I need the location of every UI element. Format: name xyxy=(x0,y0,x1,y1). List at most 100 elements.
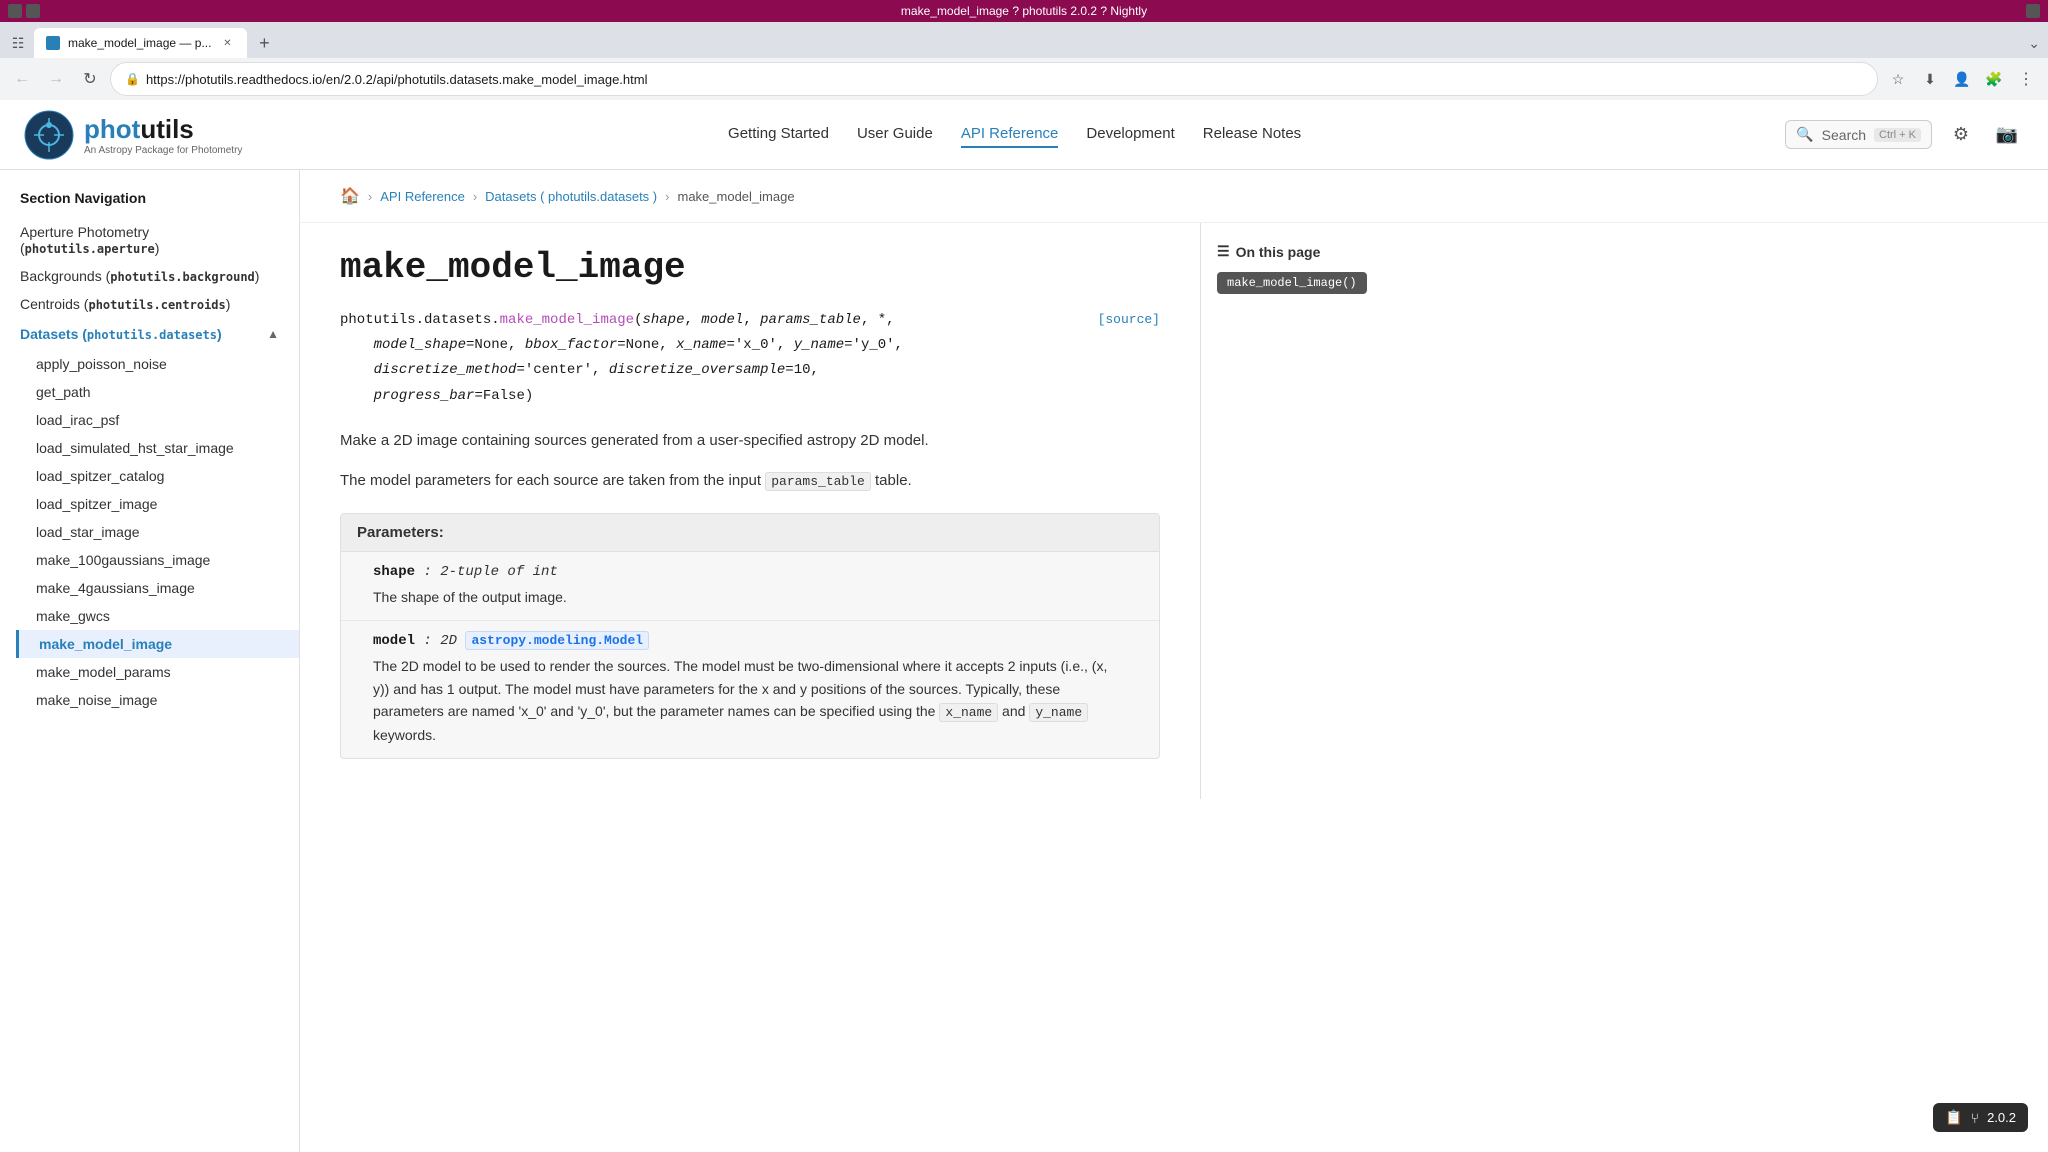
description-1: Make a 2D image containing sources gener… xyxy=(340,429,1160,453)
param-discretize-oversample: discretize_oversample xyxy=(609,362,785,378)
sidebar-group-datasets[interactable]: Datasets (photutils.datasets) ▲ xyxy=(0,318,299,350)
version-badge[interactable]: 📋 ⑂ 2.0.2 xyxy=(1933,1103,2028,1132)
param-type-model-pre: : 2D xyxy=(415,633,465,649)
sidebar-item-load-spitzer-image[interactable]: load_spitzer_image xyxy=(16,490,299,518)
back-btn[interactable]: ← xyxy=(8,65,36,93)
description-2: The model parameters for each source are… xyxy=(340,469,1160,493)
breadcrumb-datasets[interactable]: Datasets ( photutils.datasets ) xyxy=(485,189,657,204)
param-y-name: y_name xyxy=(794,337,844,353)
sidebar-item-backgrounds[interactable]: Backgrounds (photutils.background) xyxy=(0,262,299,290)
sidebar-item-aperture[interactable]: Aperture Photometry (photutils.aperture) xyxy=(0,218,299,262)
sidebar-item-apply-poisson[interactable]: apply_poisson_noise xyxy=(16,350,299,378)
breadcrumb-api-reference[interactable]: API Reference xyxy=(380,189,465,204)
param-desc-model-middle: and xyxy=(998,703,1029,719)
source-link[interactable]: [source] xyxy=(1098,308,1160,331)
y-name-inline: y_name xyxy=(1029,703,1088,722)
sidebar-item-load-spitzer-catalog[interactable]: load_spitzer_catalog xyxy=(16,462,299,490)
window-maximize-btn[interactable] xyxy=(26,4,40,18)
module-path: photutils.datasets. xyxy=(340,312,500,328)
content-area: Section Navigation Aperture Photometry (… xyxy=(0,170,2048,1152)
page-title: make_model_image xyxy=(340,247,1160,288)
scrollable-content: 🏠 › API Reference › Datasets ( photutils… xyxy=(300,170,2048,1152)
tab-list-btn[interactable]: ☷ xyxy=(8,33,28,53)
sidebar-item-load-simulated[interactable]: load_simulated_hst_star_image xyxy=(16,434,299,462)
nav-actions: ☆ ⬇ 👤 🧩 ⋮ xyxy=(1884,65,2040,93)
new-tab-btn[interactable]: + xyxy=(251,30,277,56)
browser-expand-btn[interactable]: ⌄ xyxy=(2028,35,2040,52)
param-model-shape: model_shape xyxy=(374,337,466,353)
site-header: photutils An Astropy Package for Photome… xyxy=(0,100,2048,170)
logo-area[interactable]: photutils An Astropy Package for Photome… xyxy=(24,110,244,160)
breadcrumb-sep-2: › xyxy=(665,189,669,204)
sidebar-item-get-path[interactable]: get_path xyxy=(16,378,299,406)
sidebar-item-make-model-image[interactable]: make_model_image xyxy=(16,630,299,658)
sidebar-code-aperture: photutils.aperture xyxy=(25,242,155,256)
browser-tab[interactable]: make_model_image — p... ✕ xyxy=(34,28,247,58)
breadcrumb-sep-1: › xyxy=(473,189,477,204)
function-signature: [source] photutils.datasets.make_model_i… xyxy=(340,308,1160,409)
sidebar-item-load-irac-psf[interactable]: load_irac_psf xyxy=(16,406,299,434)
sidebar-code-datasets: photutils.datasets xyxy=(87,328,217,342)
content-inner: make_model_image [source] photutils.data… xyxy=(300,223,1200,799)
params-table-inline: params_table xyxy=(765,472,871,491)
list-icon: ☰ xyxy=(1217,243,1230,260)
tab-label: make_model_image — p... xyxy=(68,36,211,50)
chevron-down-icon: ▲ xyxy=(267,327,279,341)
menu-btn[interactable]: ⋮ xyxy=(2012,65,2040,93)
version-text: 2.0.2 xyxy=(1987,1110,2016,1125)
search-text: Search xyxy=(1822,127,1866,143)
sidebar-item-make-model-params[interactable]: make_model_params xyxy=(16,658,299,686)
lock-icon: 🔒 xyxy=(125,72,140,86)
sidebar: Section Navigation Aperture Photometry (… xyxy=(0,170,300,1152)
home-icon[interactable]: 🏠 xyxy=(340,186,360,206)
window-minimize-btn[interactable] xyxy=(8,4,22,18)
sidebar-item-make-100gaussians[interactable]: make_100gaussians_image xyxy=(16,546,299,574)
sidebar-item-make-gwcs[interactable]: make_gwcs xyxy=(16,602,299,630)
nav-release-notes[interactable]: Release Notes xyxy=(1203,121,1301,148)
tab-close-btn[interactable]: ✕ xyxy=(219,35,235,51)
profile-btn[interactable]: 👤 xyxy=(1948,65,1976,93)
sidebar-item-centroids[interactable]: Centroids (photutils.centroids) xyxy=(0,290,299,318)
param-name-shape: shape xyxy=(373,564,415,580)
forward-btn[interactable]: → xyxy=(42,65,70,93)
nav-getting-started[interactable]: Getting Started xyxy=(728,121,829,148)
param-title-model: model : 2D astropy.modeling.Model xyxy=(373,633,1127,649)
param-type-model-link[interactable]: astropy.modeling.Model xyxy=(465,631,649,650)
nav-user-guide[interactable]: User Guide xyxy=(857,121,933,148)
sidebar-section-title: Section Navigation xyxy=(0,190,299,218)
sidebar-item-load-star-image[interactable]: load_star_image xyxy=(16,518,299,546)
address-bar[interactable]: 🔒 https://photutils.readthedocs.io/en/2.… xyxy=(110,62,1878,96)
main-nav: Getting Started User Guide API Reference… xyxy=(244,121,1785,148)
tab-favicon xyxy=(46,36,60,50)
breadcrumb: 🏠 › API Reference › Datasets ( photutils… xyxy=(300,170,2048,223)
param-entry-model: model : 2D astropy.modeling.Model The 2D… xyxy=(341,621,1159,758)
desc2-pre: The model parameters for each source are… xyxy=(340,472,765,489)
param-desc-shape: The shape of the output image. xyxy=(373,586,1127,608)
param-bbox-factor: bbox_factor xyxy=(525,337,617,353)
browser-chrome: ☷ make_model_image — p... ✕ + ⌄ ← → ↻ 🔒 … xyxy=(0,22,2048,100)
nav-bar: ← → ↻ 🔒 https://photutils.readthedocs.io… xyxy=(0,58,2048,100)
logo-subtext: An Astropy Package for Photometry xyxy=(84,145,242,156)
url-text: https://photutils.readthedocs.io/en/2.0.… xyxy=(146,72,1863,87)
logo-utils: utils xyxy=(140,114,193,144)
param-name-model: model xyxy=(373,633,415,649)
on-this-page-item-0[interactable]: make_model_image() xyxy=(1217,272,1367,294)
window-close-btn[interactable] xyxy=(2026,4,2040,18)
param-entry-shape: shape : 2-tuple of int The shape of the … xyxy=(341,552,1159,621)
download-btn[interactable]: ⬇ xyxy=(1916,65,1944,93)
bookmark-btn[interactable]: ☆ xyxy=(1884,65,1912,93)
param-params-table: params_table xyxy=(760,312,861,328)
refresh-btn[interactable]: ↻ xyxy=(76,65,104,93)
nav-development[interactable]: Development xyxy=(1086,121,1174,148)
settings-btn[interactable]: ⚙ xyxy=(1944,118,1978,152)
breadcrumb-current: make_model_image xyxy=(677,189,794,204)
logo-phot: phot xyxy=(84,114,140,144)
nav-api-reference[interactable]: API Reference xyxy=(961,121,1059,148)
sidebar-item-make-noise-image[interactable]: make_noise_image xyxy=(16,686,299,714)
search-box[interactable]: 🔍 Search Ctrl + K xyxy=(1785,120,1932,149)
param-discretize-method: discretize_method xyxy=(374,362,517,378)
screenshot-btn[interactable]: 📷 xyxy=(1990,118,2024,152)
sidebar-item-make-4gaussians[interactable]: make_4gaussians_image xyxy=(16,574,299,602)
param-desc-model-end: keywords. xyxy=(373,727,436,743)
extension-btn[interactable]: 🧩 xyxy=(1980,65,2008,93)
